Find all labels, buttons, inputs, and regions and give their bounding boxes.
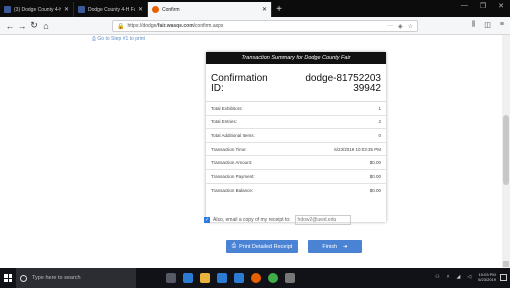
facebook-icon bbox=[4, 6, 11, 13]
new-tab-button[interactable]: + bbox=[272, 2, 286, 17]
print-receipt-button[interactable]: ⎙ Print Detailed Receipt bbox=[226, 240, 298, 253]
summary-row: Total Exhibitors: 1 bbox=[206, 102, 386, 116]
confirmation-value: dodge-8175220339942 bbox=[305, 73, 381, 94]
forward-arrow-icon[interactable]: → bbox=[16, 21, 28, 31]
window-controls: — ❐ ✕ bbox=[461, 2, 510, 10]
taskbar-clock[interactable]: 10:03 PM 6/23/2019 bbox=[478, 272, 496, 282]
email-receipt-option: ✓ Also, email a copy of my receipt to: h… bbox=[204, 215, 351, 225]
back-link[interactable]: ⎙ Go to Step #1 to print bbox=[92, 36, 145, 42]
card-header: Transaction Summary for Dodge County Fai… bbox=[206, 52, 386, 64]
confirmation-label: Confirmation ID: bbox=[211, 73, 268, 94]
close-tab-icon[interactable]: ✕ bbox=[262, 6, 267, 13]
summary-row: Transaction Time: 6/23/2019 10:03:35 PM bbox=[206, 143, 386, 157]
file-explorer-icon[interactable] bbox=[200, 273, 210, 283]
start-button[interactable] bbox=[0, 268, 16, 288]
page-content: ⎙ Go to Step #1 to print Transaction Sum… bbox=[0, 35, 510, 268]
menu-icon[interactable]: ≡ bbox=[500, 21, 504, 29]
windows-taskbar: Type here to search ⚇ ˄ ◢ ◁ 10:03 PM 6/2… bbox=[0, 268, 510, 288]
notifications-icon[interactable] bbox=[500, 274, 507, 281]
close-window-button[interactable]: ✕ bbox=[498, 2, 504, 10]
summary-row: Transaction Amount: $0.00 bbox=[206, 156, 386, 170]
email-checkbox-label: Also, email a copy of my receipt to: bbox=[213, 217, 291, 223]
task-view-icon[interactable] bbox=[166, 273, 176, 283]
mail-icon[interactable] bbox=[234, 273, 244, 283]
windows-logo-icon bbox=[4, 274, 12, 282]
tab-title: (3) Dodge County 4-H (Webs bbox=[14, 6, 61, 13]
email-checkbox[interactable]: ✓ bbox=[204, 217, 210, 223]
chevron-up-icon[interactable]: ˄ bbox=[447, 274, 450, 280]
chrome-icon[interactable] bbox=[268, 273, 278, 283]
summary-row: Total Entries: 2 bbox=[206, 116, 386, 130]
vertical-scrollbar[interactable] bbox=[502, 35, 510, 268]
pocket-icon[interactable]: ◈ bbox=[398, 23, 403, 30]
tab-dodge-county-4h-facebook[interactable]: (3) Dodge County 4-H (Webs ✕ bbox=[0, 2, 74, 17]
browser-tab-strip: (3) Dodge County 4-H (Webs ✕ Dodge Count… bbox=[0, 0, 510, 17]
print-icon: ⎙ bbox=[231, 243, 237, 249]
tab-confirm[interactable]: Confirm ✕ bbox=[148, 2, 272, 17]
back-arrow-icon[interactable]: ← bbox=[4, 21, 16, 31]
firefox-icon bbox=[152, 6, 159, 13]
scrollbar-thumb[interactable] bbox=[503, 115, 509, 185]
home-icon[interactable]: ⌂ bbox=[40, 21, 52, 31]
cortana-icon bbox=[20, 274, 27, 282]
minimize-button[interactable]: — bbox=[461, 2, 468, 10]
summary-rows: Total Exhibitors: 1 Total Entries: 2 Total… bbox=[206, 102, 386, 197]
firefox-icon[interactable] bbox=[251, 273, 261, 283]
edge-icon[interactable] bbox=[183, 273, 193, 283]
confirmation-section: Confirmation ID: dodge-8175220339942 bbox=[206, 64, 386, 102]
arrow-right-icon: ➜ bbox=[343, 243, 348, 250]
summary-row: Total Additional Items: 0 bbox=[206, 129, 386, 143]
people-icon[interactable]: ⚇ bbox=[435, 274, 439, 280]
tab-title: Confirm bbox=[162, 6, 180, 13]
summary-row: Transaction Payment: $0.00 bbox=[206, 170, 386, 184]
transaction-summary-card: Transaction Summary for Dodge County Fai… bbox=[206, 52, 386, 222]
email-field[interactable]: hdow2@uwd.edu bbox=[294, 215, 351, 225]
system-tray: ⚇ ˄ ◢ ◁ 10:03 PM 6/23/2019 bbox=[435, 272, 496, 282]
tab-title: Dodge County 4-H Fair - Scro bbox=[88, 6, 135, 13]
volume-icon[interactable]: ◁ bbox=[467, 274, 471, 280]
taskbar-apps bbox=[166, 273, 295, 283]
bookmark-star-icon[interactable]: ☆ bbox=[408, 23, 413, 30]
tab-dodge-county-fair[interactable]: Dodge County 4-H Fair - Scro ✕ bbox=[74, 2, 148, 17]
lock-icon: 🔒 bbox=[117, 23, 125, 30]
finish-button[interactable]: Finish ➜ bbox=[308, 240, 362, 253]
scroll-down-arrow[interactable] bbox=[503, 261, 509, 267]
app-icon[interactable] bbox=[285, 273, 295, 283]
store-icon[interactable] bbox=[217, 273, 227, 283]
maximize-button[interactable]: ❐ bbox=[480, 2, 486, 10]
url-bar[interactable]: 🔒 https://dodge/fair.wasqe.com/confirm.a… bbox=[112, 20, 418, 32]
reload-icon[interactable]: ↻ bbox=[28, 20, 40, 31]
summary-row: Transaction Balance: $0.00 bbox=[211, 187, 381, 193]
navigation-bar: ← → ↻ ⌂ 🔒 https://dodge/fair.wasqe.com/c… bbox=[0, 17, 510, 35]
print-icon: ⎙ bbox=[92, 36, 97, 42]
close-tab-icon[interactable]: ✕ bbox=[138, 6, 143, 13]
page-actions-icon[interactable]: ··· bbox=[387, 23, 393, 30]
taskbar-search[interactable]: Type here to search bbox=[16, 268, 136, 288]
close-tab-icon[interactable]: ✕ bbox=[64, 6, 69, 13]
facebook-icon bbox=[78, 6, 85, 13]
sidebar-icon[interactable]: ◫ bbox=[484, 21, 491, 29]
network-icon[interactable]: ◢ bbox=[456, 274, 460, 280]
library-icon[interactable]: ⫼ bbox=[472, 21, 475, 29]
url-text[interactable]: https://dodge/fair.wasqe.com/confirm.asp… bbox=[127, 23, 387, 29]
